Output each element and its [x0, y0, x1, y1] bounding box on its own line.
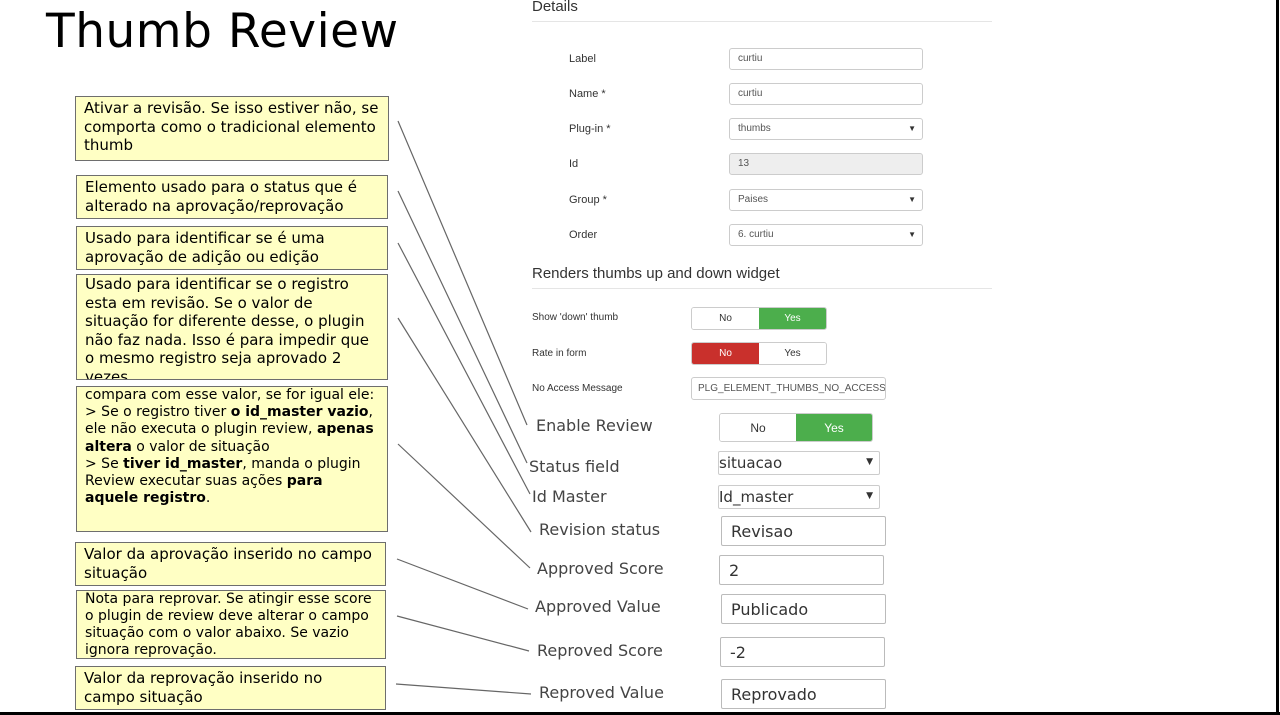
connector-reproved-score	[396, 615, 530, 652]
connector-revision-status	[397, 317, 532, 533]
connector-enable-review	[397, 120, 528, 426]
callout-connectors	[395, 120, 532, 695]
connector-id-master	[397, 242, 531, 495]
frame-border-right	[1276, 0, 1279, 715]
connector-approved-value	[396, 558, 529, 610]
connector-reproved-value	[395, 683, 532, 695]
connector-approved-score	[397, 443, 531, 569]
